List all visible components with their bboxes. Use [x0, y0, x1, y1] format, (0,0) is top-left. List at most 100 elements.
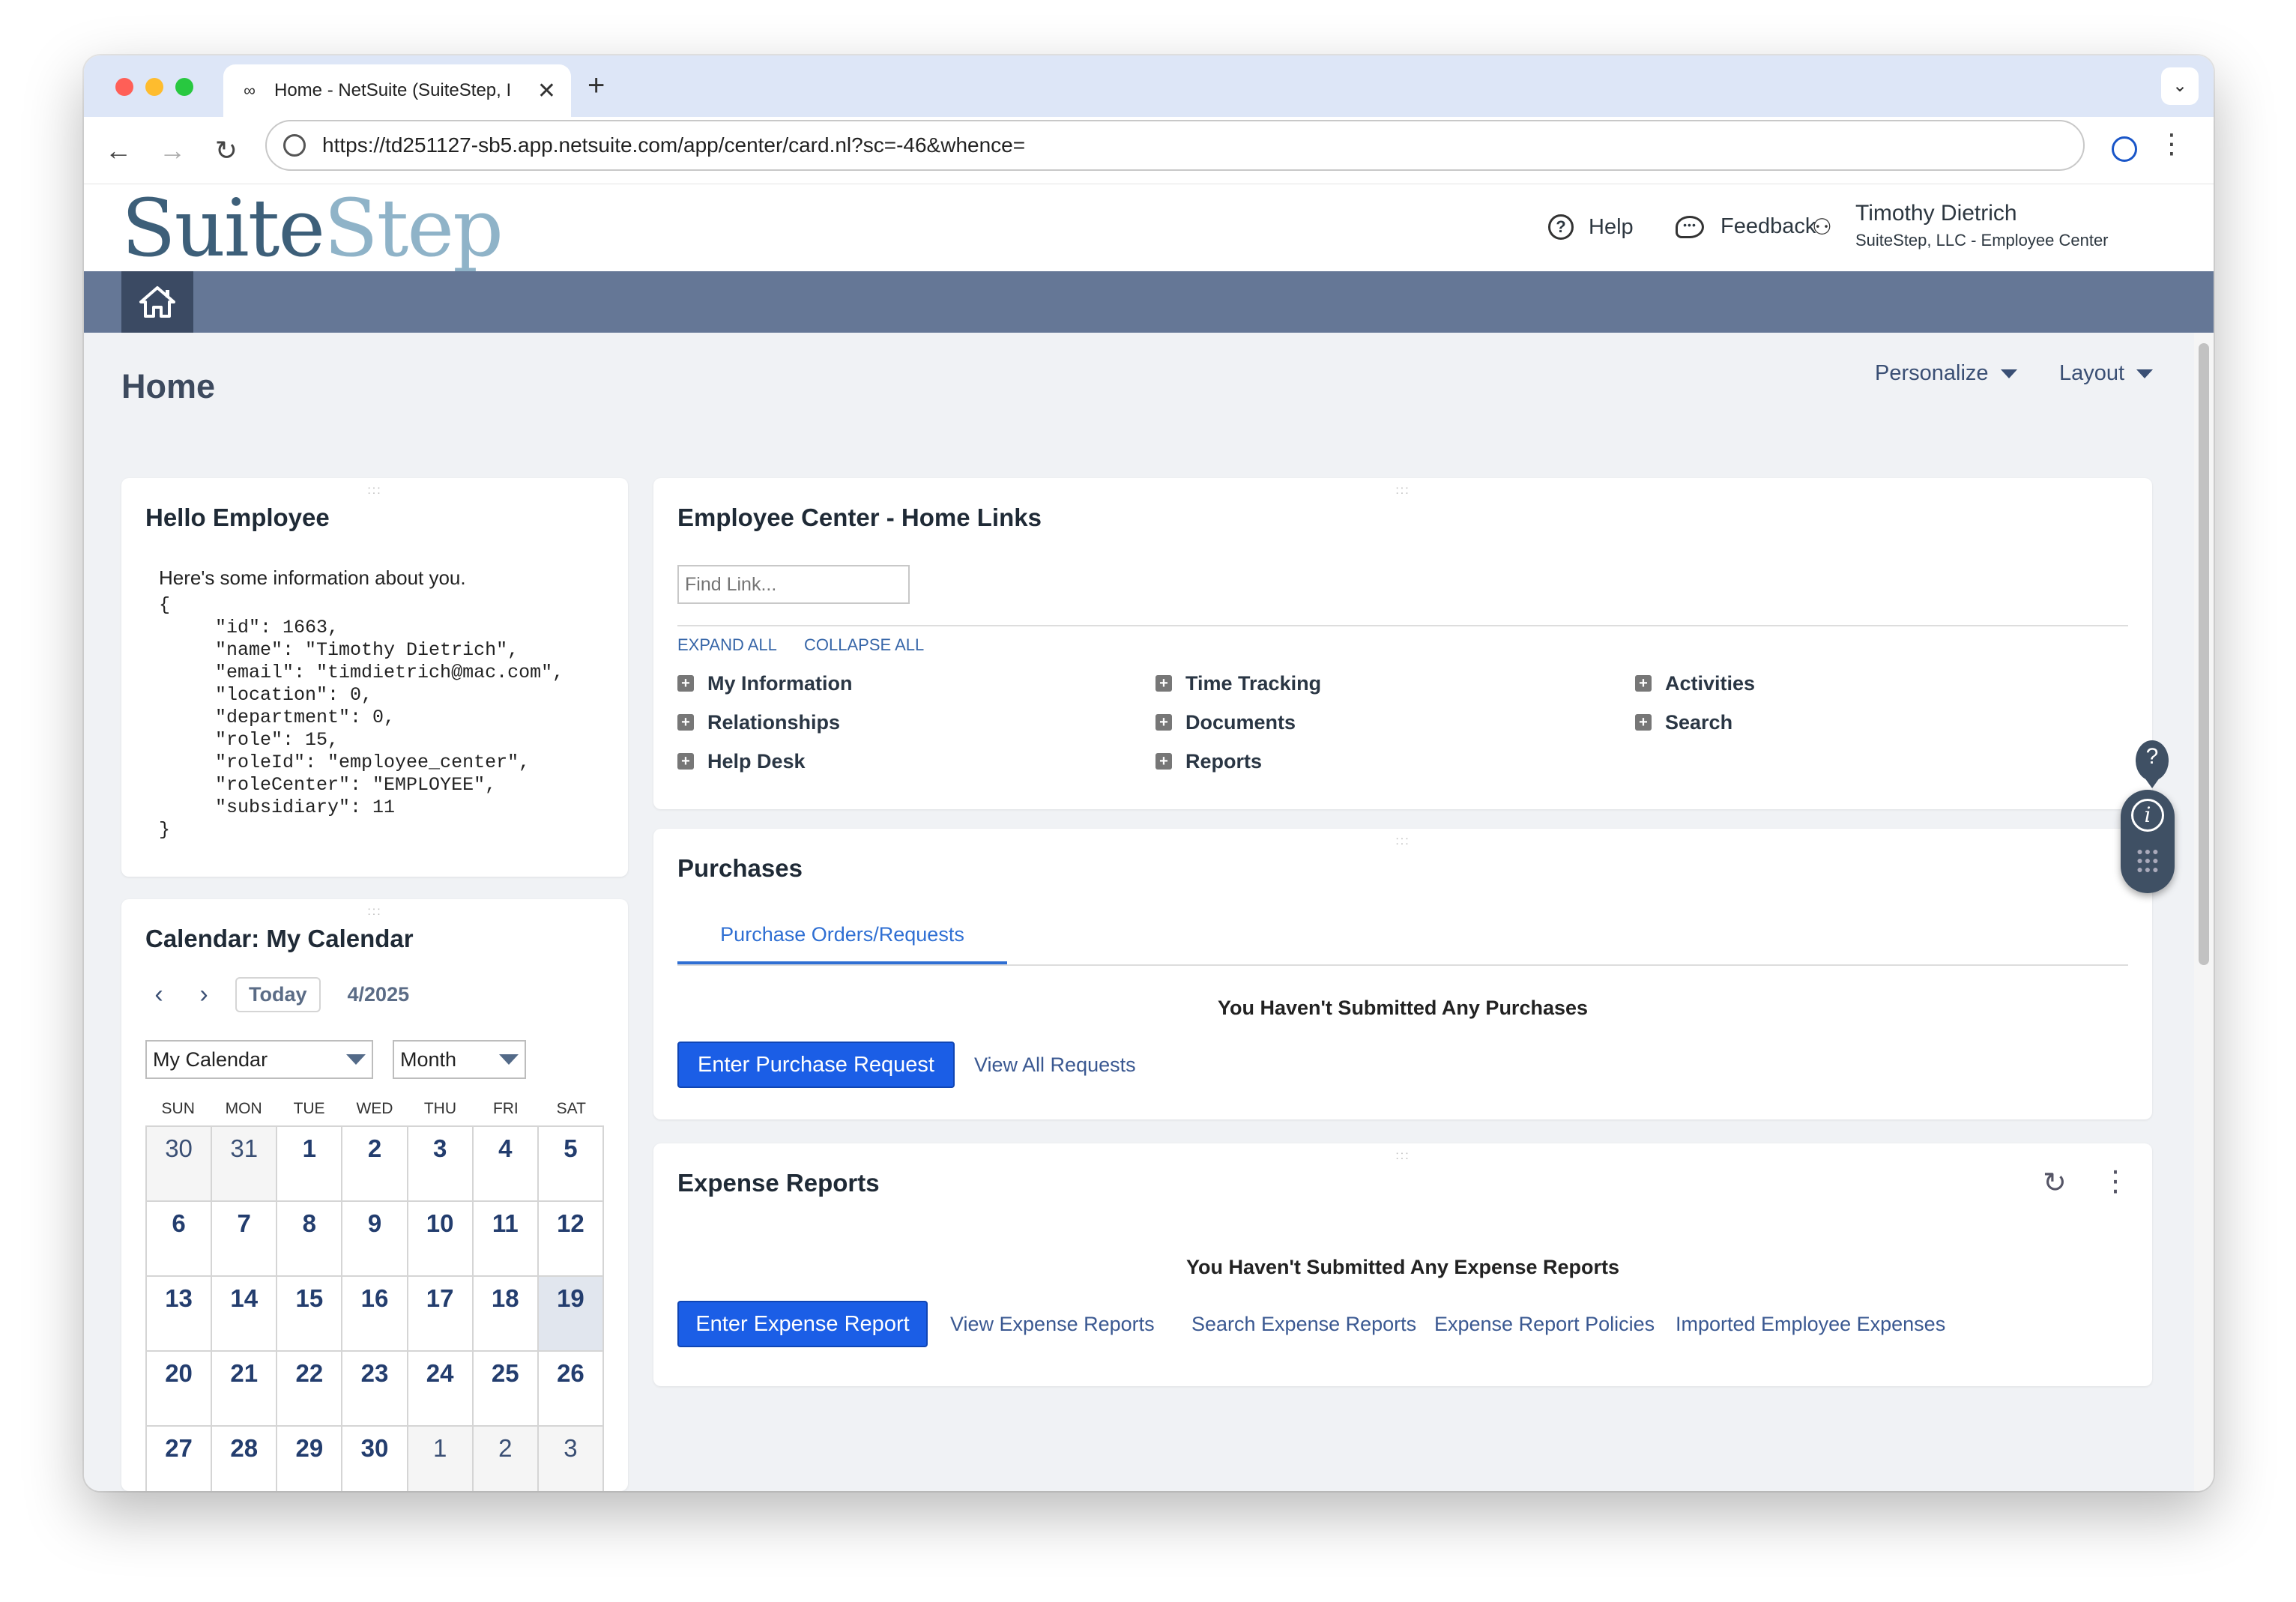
calendar-day[interactable]: 11 — [473, 1202, 539, 1277]
drag-handle-icon[interactable]: ::: — [1395, 835, 1410, 848]
calendar-day[interactable]: 27 — [147, 1427, 213, 1491]
calendar-day[interactable]: 8 — [277, 1202, 343, 1277]
calendar-day[interactable]: 13 — [147, 1277, 213, 1352]
feedback-link[interactable]: ••• Feedback — [1676, 214, 1816, 239]
expand-plus-icon[interactable]: + — [1635, 675, 1652, 692]
reload-icon[interactable]: ↻ — [211, 135, 241, 166]
calendar-day[interactable]: 28 — [212, 1427, 278, 1491]
calendar-day[interactable]: 18 — [473, 1277, 539, 1352]
home-link-time-tracking[interactable]: + Time Tracking — [1155, 664, 1321, 703]
calendar-day[interactable]: 17 — [408, 1277, 474, 1352]
today-button[interactable]: Today — [235, 977, 321, 1012]
home-link-activities[interactable]: + Activities — [1635, 664, 1755, 703]
calendar-day-today[interactable]: 19 — [538, 1277, 604, 1352]
calendar-day[interactable]: 21 — [212, 1352, 278, 1427]
site-info-icon[interactable] — [283, 134, 306, 157]
calendar-day[interactable]: 1 — [408, 1427, 474, 1491]
calendar-day[interactable]: 29 — [277, 1427, 343, 1491]
close-tab-icon[interactable]: ✕ — [537, 78, 556, 104]
chevron-left-icon[interactable]: ‹ — [145, 980, 172, 1009]
forward-arrow-icon[interactable]: → — [157, 135, 187, 166]
calendar-day[interactable]: 20 — [147, 1352, 213, 1427]
calendar-day[interactable]: 12 — [538, 1202, 604, 1277]
calendar-day[interactable]: 9 — [342, 1202, 408, 1277]
close-window-button[interactable] — [115, 78, 133, 96]
expand-plus-icon[interactable]: + — [677, 675, 694, 692]
address-bar[interactable]: https://td251127-sb5.app.netsuite.com/ap… — [265, 120, 2085, 171]
tab-search-chevron-icon[interactable]: ⌄ — [2161, 67, 2199, 105]
chevron-right-icon[interactable]: › — [190, 980, 217, 1009]
home-link-search[interactable]: + Search — [1635, 703, 1755, 742]
drag-handle-icon[interactable]: ::: — [367, 905, 381, 919]
enter-expense-report-button[interactable]: Enter Expense Report — [677, 1301, 928, 1347]
calendar-day[interactable]: 6 — [147, 1202, 213, 1277]
drag-handle-icon[interactable]: ::: — [1395, 1149, 1410, 1163]
calendar-day[interactable]: 23 — [342, 1352, 408, 1427]
expand-plus-icon[interactable]: + — [677, 753, 694, 770]
drag-handle-icon[interactable]: ::: — [1395, 484, 1410, 498]
help-link[interactable]: ? Help — [1548, 214, 1634, 240]
home-link-reports[interactable]: + Reports — [1155, 742, 1321, 781]
enter-purchase-request-button[interactable]: Enter Purchase Request — [677, 1042, 955, 1088]
view-expense-reports-link[interactable]: View Expense Reports — [950, 1313, 1155, 1336]
calendar-day[interactable]: 2 — [342, 1127, 408, 1202]
home-link-relationships[interactable]: + Relationships — [677, 703, 853, 742]
calendar-day[interactable]: 30 — [147, 1127, 213, 1202]
maximize-window-button[interactable] — [175, 78, 193, 96]
calendar-day[interactable]: 1 — [277, 1127, 343, 1202]
calendar-day[interactable]: 25 — [473, 1352, 539, 1427]
calendar-day[interactable]: 22 — [277, 1352, 343, 1427]
calendar-day[interactable]: 26 — [538, 1352, 604, 1427]
calendar-day[interactable]: 7 — [212, 1202, 278, 1277]
home-link-my-information[interactable]: + My Information — [677, 664, 853, 703]
expand-plus-icon[interactable]: + — [1155, 753, 1172, 770]
suitestep-logo[interactable]: SuiteStep — [121, 189, 504, 268]
collapse-all-link[interactable]: COLLAPSE ALL — [804, 635, 924, 654]
calendar-day[interactable]: 16 — [342, 1277, 408, 1352]
calendar-day[interactable]: 30 — [342, 1427, 408, 1491]
page-scrollbar-thumb[interactable] — [2199, 343, 2209, 965]
home-link-help-desk[interactable]: + Help Desk — [677, 742, 853, 781]
help-circle-icon: ? — [1548, 214, 1574, 240]
profile-icon[interactable] — [2112, 136, 2137, 162]
tab-purchase-orders[interactable]: Purchase Orders/Requests — [677, 908, 1007, 965]
calendar-day[interactable]: 14 — [212, 1277, 278, 1352]
user-menu[interactable]: ⚇ Timothy Dietrich SuiteStep, LLC - Empl… — [1812, 201, 2109, 250]
expand-plus-icon[interactable]: + — [677, 714, 694, 731]
minimize-window-button[interactable] — [145, 78, 163, 96]
expand-all-link[interactable]: EXPAND ALL — [677, 635, 777, 654]
search-expense-reports-link[interactable]: Search Expense Reports — [1191, 1313, 1416, 1336]
calendar-day[interactable]: 3 — [408, 1127, 474, 1202]
expand-plus-icon[interactable]: + — [1155, 714, 1172, 731]
calendar-day[interactable]: 31 — [212, 1127, 278, 1202]
calendar-day[interactable]: 4 — [473, 1127, 539, 1202]
more-options-icon[interactable]: ⋮ — [2101, 1164, 2130, 1198]
calendar-view-select[interactable]: Month — [393, 1040, 526, 1079]
calendar-day[interactable]: 15 — [277, 1277, 343, 1352]
view-all-requests-link[interactable]: View All Requests — [974, 1054, 1136, 1077]
personalize-menu[interactable]: Personalize — [1875, 361, 2017, 386]
new-tab-button[interactable]: + — [587, 69, 605, 103]
browser-tab[interactable]: ∞ Home - NetSuite (SuiteStep, I ✕ — [223, 64, 571, 117]
info-icon[interactable]: i — [2131, 799, 2164, 832]
expand-plus-icon[interactable]: + — [1155, 675, 1172, 692]
imported-employee-expenses-link[interactable]: Imported Employee Expenses — [1676, 1313, 1945, 1336]
refresh-icon[interactable]: ↻ — [2043, 1166, 2067, 1200]
calendar-day[interactable]: 5 — [538, 1127, 604, 1202]
drag-handle-icon[interactable]: ::: — [367, 484, 381, 498]
help-pin-icon[interactable]: ? — [2136, 740, 2169, 788]
calendar-day[interactable]: 24 — [408, 1352, 474, 1427]
calendar-select[interactable]: My Calendar — [145, 1040, 373, 1079]
back-arrow-icon[interactable]: ← — [103, 135, 133, 166]
home-link-documents[interactable]: + Documents — [1155, 703, 1321, 742]
calendar-day[interactable]: 10 — [408, 1202, 474, 1277]
layout-menu[interactable]: Layout — [2059, 361, 2154, 386]
expense-report-policies-link[interactable]: Expense Report Policies — [1434, 1313, 1655, 1336]
grid-dots-icon[interactable]: ●●● ●●● ●●● — [2136, 846, 2161, 874]
expand-plus-icon[interactable]: + — [1635, 714, 1652, 731]
home-nav-button[interactable] — [121, 271, 193, 333]
find-link-input[interactable] — [677, 565, 910, 604]
calendar-day[interactable]: 2 — [473, 1427, 539, 1491]
browser-menu-icon[interactable]: ⋮ — [2158, 130, 2185, 157]
calendar-day[interactable]: 3 — [538, 1427, 604, 1491]
